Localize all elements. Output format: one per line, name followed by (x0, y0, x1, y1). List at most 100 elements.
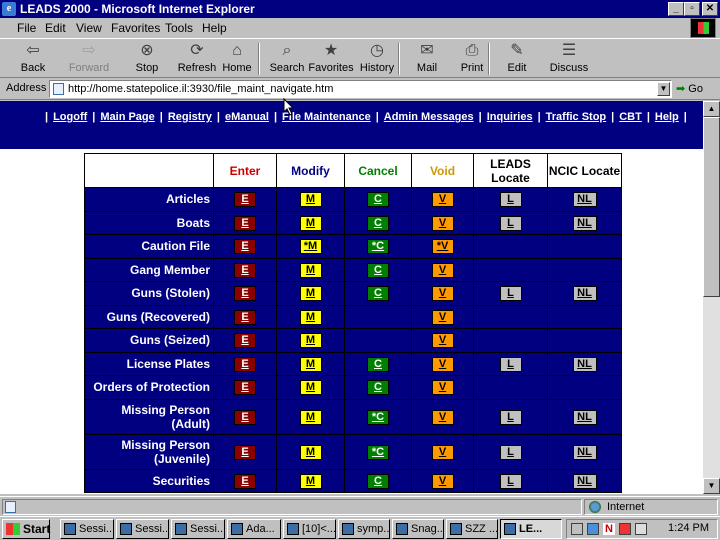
leads-button[interactable]: L (499, 473, 522, 489)
menu-file[interactable]: File (17, 18, 36, 38)
scroll-up-arrow-icon[interactable]: ▲ (703, 101, 720, 117)
mail-button[interactable]: ✉ Mail (402, 41, 452, 77)
modify-button[interactable]: M (299, 380, 322, 396)
modify-button[interactable]: M (299, 333, 322, 349)
restore-button[interactable]: ▫ (684, 2, 700, 16)
taskbar-task-button[interactable]: LE... (500, 519, 562, 539)
enter-button[interactable]: E (234, 356, 256, 372)
nav-link-cbt[interactable]: CBT (619, 111, 642, 123)
tray-monitor-icon[interactable] (587, 523, 599, 535)
modify-button[interactable]: M (299, 192, 322, 208)
taskbar-task-button[interactable]: Sessi... (60, 519, 114, 539)
go-button[interactable]: ➡ Go (676, 81, 718, 97)
leads-button[interactable]: L (499, 356, 522, 372)
void-button[interactable]: V (431, 215, 454, 231)
nav-link-admin-messages[interactable]: Admin Messages (384, 111, 474, 123)
tray-alert-icon[interactable] (619, 523, 631, 535)
address-dropdown-arrow-icon[interactable]: ▼ (657, 82, 670, 96)
taskbar-task-button[interactable]: SZZ ... (446, 519, 498, 539)
leads-button[interactable]: L (499, 409, 522, 425)
nav-link-logoff[interactable]: Logoff (53, 111, 87, 123)
history-button[interactable]: ◷ History (352, 41, 402, 77)
cancel-button[interactable]: *C (367, 444, 389, 460)
enter-button[interactable]: E (234, 286, 256, 302)
modify-button[interactable]: M (299, 356, 322, 372)
void-button[interactable]: V (431, 192, 454, 208)
cancel-button[interactable]: C (367, 215, 389, 231)
enter-button[interactable]: E (234, 409, 256, 425)
address-input[interactable]: http://home.statepolice.il:3930/file_mai… (49, 80, 672, 98)
cancel-button[interactable]: C (367, 286, 389, 302)
leads-button[interactable]: L (499, 215, 522, 231)
ncic-button[interactable]: NL (572, 473, 597, 489)
leads-button[interactable]: L (499, 192, 522, 208)
enter-button[interactable]: E (234, 473, 256, 489)
back-button[interactable]: ⇦ Back (8, 41, 58, 77)
scrollbar-thumb[interactable] (703, 117, 720, 297)
modify-button[interactable]: *M (299, 239, 322, 255)
enter-button[interactable]: E (234, 309, 256, 325)
nav-link-main-page[interactable]: Main Page (100, 111, 154, 123)
ncic-button[interactable]: NL (572, 444, 597, 460)
void-button[interactable]: V (431, 356, 454, 372)
discuss-button[interactable]: ☰ Discuss (544, 41, 594, 77)
enter-button[interactable]: E (234, 192, 256, 208)
ncic-button[interactable]: NL (572, 409, 597, 425)
modify-button[interactable]: M (299, 309, 322, 325)
cancel-button[interactable]: C (367, 473, 389, 489)
modify-button[interactable]: M (299, 444, 322, 460)
modify-button[interactable]: M (299, 262, 322, 278)
cancel-button[interactable]: *C (367, 409, 389, 425)
menu-help[interactable]: Help (202, 18, 227, 38)
menu-edit[interactable]: Edit (45, 18, 66, 38)
cancel-button[interactable]: C (367, 356, 389, 372)
stop-button[interactable]: ⊗ Stop (122, 41, 172, 77)
void-button[interactable]: V (431, 309, 454, 325)
void-button[interactable]: *V (431, 239, 454, 255)
ncic-button[interactable]: NL (572, 286, 597, 302)
ncic-button[interactable]: NL (572, 192, 597, 208)
nav-link-help[interactable]: Help (655, 111, 679, 123)
cancel-button[interactable]: *C (367, 239, 389, 255)
modify-button[interactable]: M (299, 473, 322, 489)
void-button[interactable]: V (431, 473, 454, 489)
tray-n-icon[interactable]: N (603, 523, 615, 535)
menu-tools[interactable]: Tools (165, 18, 193, 38)
nav-link-emanual[interactable]: eManual (225, 111, 269, 123)
window-title-bar[interactable]: e LEADS 2000 - Microsoft Internet Explor… (0, 0, 720, 18)
menu-view[interactable]: View (76, 18, 102, 38)
start-button[interactable]: Start (2, 519, 50, 539)
close-button[interactable]: ✕ (702, 2, 718, 16)
void-button[interactable]: V (431, 380, 454, 396)
ncic-button[interactable]: NL (572, 356, 597, 372)
taskbar-task-button[interactable]: [10]<... (283, 519, 336, 539)
modify-button[interactable]: M (299, 409, 322, 425)
void-button[interactable]: V (431, 286, 454, 302)
vertical-scrollbar[interactable]: ▲ ▼ (703, 101, 720, 494)
cancel-button[interactable]: C (367, 262, 389, 278)
enter-button[interactable]: E (234, 380, 256, 396)
forward-button[interactable]: ⇨ Forward (64, 41, 114, 77)
taskbar-task-button[interactable]: Sessi... (171, 519, 225, 539)
menu-favorites[interactable]: Favorites (111, 18, 160, 38)
modify-button[interactable]: M (299, 286, 322, 302)
nav-link-traffic-stop[interactable]: Traffic Stop (546, 111, 607, 123)
taskbar-task-button[interactable]: Sessi... (116, 519, 169, 539)
enter-button[interactable]: E (234, 444, 256, 460)
void-button[interactable]: V (431, 333, 454, 349)
search-button[interactable]: ⌕ Search (262, 41, 312, 77)
enter-button[interactable]: E (234, 262, 256, 278)
taskbar-task-button[interactable]: Ada... (227, 519, 281, 539)
ncic-button[interactable]: NL (572, 215, 597, 231)
tray-volume-icon[interactable] (635, 523, 647, 535)
enter-button[interactable]: E (234, 215, 256, 231)
nav-link-inquiries[interactable]: Inquiries (487, 111, 533, 123)
leads-button[interactable]: L (499, 444, 522, 460)
cancel-button[interactable]: C (367, 192, 389, 208)
void-button[interactable]: V (431, 262, 454, 278)
minimize-button[interactable]: _ (668, 2, 684, 16)
nav-link-file-maintenance[interactable]: File Maintenance (282, 111, 371, 123)
void-button[interactable]: V (431, 444, 454, 460)
leads-button[interactable]: L (499, 286, 522, 302)
scroll-down-arrow-icon[interactable]: ▼ (703, 478, 720, 494)
